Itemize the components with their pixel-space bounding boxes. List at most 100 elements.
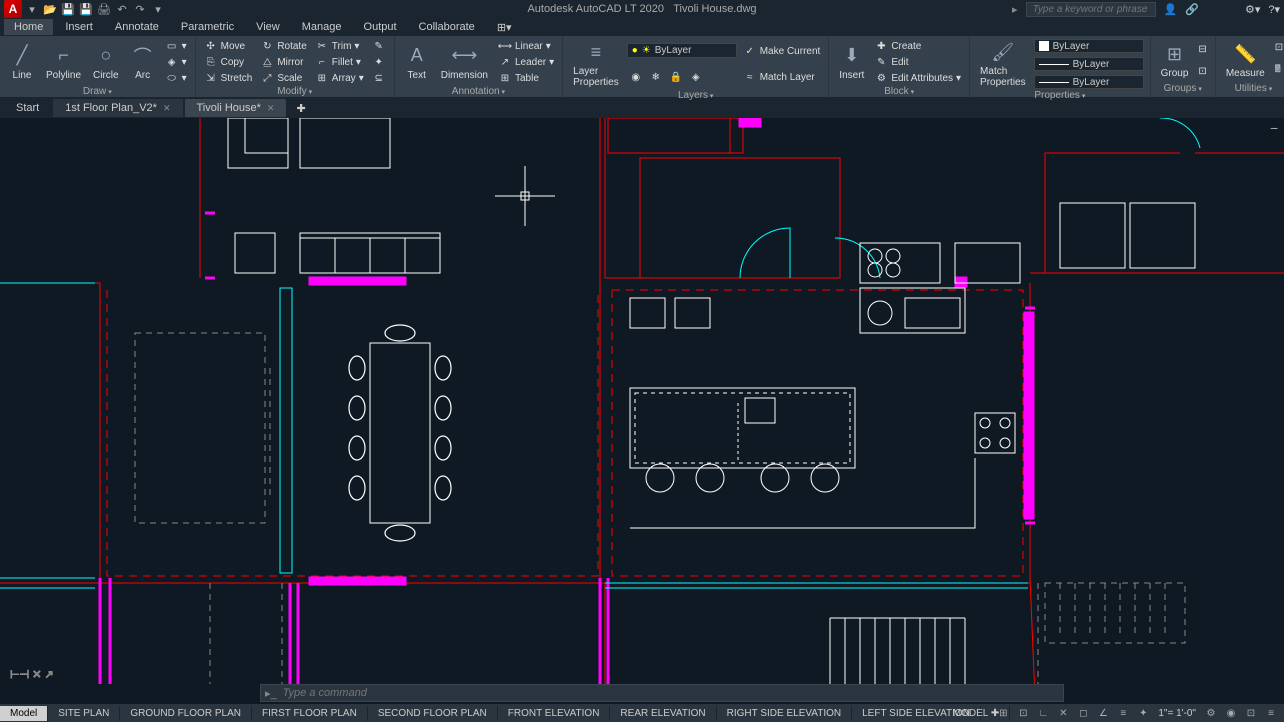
arc-button[interactable]: ⌒Arc (127, 38, 159, 86)
layer-lock-icon[interactable]: 🔒 (667, 69, 685, 85)
info-icon[interactable]: ▸ (1012, 3, 1018, 16)
ellipse-icon[interactable]: ⬭▾ (163, 70, 189, 86)
app-logo[interactable]: A (4, 0, 22, 18)
linetype-selector[interactable]: ByLayer (1034, 75, 1144, 89)
layout-tab[interactable]: SITE PLAN (48, 706, 120, 721)
group-button[interactable]: ⊞Group (1157, 38, 1193, 83)
redo-icon[interactable]: ↷ (132, 1, 148, 17)
customize-icon[interactable]: ⚙▾ (1245, 3, 1260, 16)
panel-layers-label[interactable]: Layers (569, 90, 822, 102)
save-icon[interactable]: 💾 (60, 1, 76, 17)
trim-button[interactable]: ✂Trim ▾ (313, 38, 366, 54)
polar-icon[interactable]: ✕ (1054, 705, 1072, 721)
lineweight-icon[interactable]: ≡ (1114, 705, 1132, 721)
panel-draw-label[interactable]: Draw (6, 86, 189, 98)
tab-manage[interactable]: Manage (292, 19, 352, 35)
tab-view[interactable]: View (246, 19, 290, 35)
move-button[interactable]: ✣Move (202, 38, 255, 54)
tab-start[interactable]: Start (4, 99, 51, 117)
table-button[interactable]: ⊞Table (496, 70, 556, 86)
saveas-icon[interactable]: 💾 (78, 1, 94, 17)
panel-block-label[interactable]: Block (835, 86, 963, 98)
layout-tab[interactable]: REAR ELEVATION (610, 706, 716, 721)
make-current-button[interactable]: ✓Make Current (741, 43, 823, 59)
plot-icon[interactable]: 🖨 (96, 1, 112, 17)
otrack-icon[interactable]: ∠ (1094, 705, 1112, 721)
rect-icon[interactable]: ▭▾ (163, 38, 189, 54)
undo-icon[interactable]: ↶ (114, 1, 130, 17)
layout-tab[interactable]: SECOND FLOOR PLAN (368, 706, 498, 721)
drawing-canvas[interactable]: − ⊢⊣ ✕ ↗ (0, 118, 1284, 684)
layer-iso-icon[interactable]: ◈ (687, 69, 705, 85)
array-button[interactable]: ⊞Array ▾ (313, 70, 366, 86)
ortho-icon[interactable]: ∟ (1034, 705, 1052, 721)
fillet-button[interactable]: ⌐Fillet ▾ (313, 54, 366, 70)
layer-off-icon[interactable]: ◉ (627, 69, 645, 85)
stretch-button[interactable]: ⇲Stretch (202, 70, 255, 86)
create-button[interactable]: ✚Create (872, 38, 963, 54)
signin-icon[interactable]: 👤 (1164, 3, 1178, 16)
tab-annotate[interactable]: Annotate (105, 19, 169, 35)
layout-tab[interactable]: RIGHT SIDE ELEVATION (717, 706, 852, 721)
dyn-icon[interactable]: ✦ (1134, 705, 1152, 721)
tab-output[interactable]: Output (354, 19, 407, 35)
insert-button[interactable]: ⬇Insert (835, 38, 868, 86)
tab-extra[interactable]: ⊞▾ (487, 19, 522, 36)
erase-icon[interactable]: ✎ (370, 38, 388, 54)
leader-button[interactable]: ↗Leader ▾ (496, 54, 556, 70)
isolate-icon[interactable]: ◉ (1222, 705, 1240, 721)
group-edit-icon[interactable]: ⊡ (1196, 65, 1208, 78)
linear-button[interactable]: ⟷Linear ▾ (496, 38, 556, 54)
edit-button[interactable]: ✎Edit (872, 54, 963, 70)
scale-button[interactable]: ⤢Scale (258, 70, 308, 86)
panel-groups-label[interactable]: Groups (1157, 83, 1209, 95)
qat-dropdown-icon[interactable]: ▾ (150, 1, 166, 17)
tab-parametric[interactable]: Parametric (171, 19, 244, 35)
close-icon[interactable]: ✕ (163, 103, 171, 114)
layer-selector[interactable]: ●☀ByLayer (627, 43, 737, 58)
line-button[interactable]: ╱Line (6, 38, 38, 86)
new-icon[interactable]: ▾ (24, 1, 40, 17)
hatch-icon[interactable]: ◈▾ (163, 54, 189, 70)
edit-attr-button[interactable]: ⚙Edit Attributes ▾ (872, 70, 963, 86)
measure-button[interactable]: 📏Measure (1222, 38, 1269, 83)
layout-tab-model[interactable]: Model (0, 706, 48, 721)
copy-button[interactable]: ⎘Copy (202, 54, 255, 70)
text-button[interactable]: AText (401, 38, 433, 86)
circle-button[interactable]: ○Circle (89, 38, 123, 86)
command-line[interactable]: ▸_ (260, 684, 1064, 702)
osnap-icon[interactable]: ◻ (1074, 705, 1092, 721)
lineweight-selector[interactable]: ByLayer (1034, 57, 1144, 71)
layout-tab[interactable]: GROUND FLOOR PLAN (120, 706, 252, 721)
select-all-icon[interactable]: ⊡ (1273, 41, 1284, 54)
tab-insert[interactable]: Insert (55, 19, 103, 35)
rotate-button[interactable]: ↻Rotate (258, 38, 308, 54)
layout-tab[interactable]: FIRST FLOOR PLAN (252, 706, 368, 721)
panel-utilities-label[interactable]: Utilities (1222, 83, 1284, 95)
clean-icon[interactable]: ⊡ (1242, 705, 1260, 721)
snap-icon[interactable]: ⊡ (1014, 705, 1032, 721)
polyline-button[interactable]: ⌐Polyline (42, 38, 85, 86)
tab-collaborate[interactable]: Collaborate (409, 19, 485, 35)
open-icon[interactable]: 📂 (42, 1, 58, 17)
help-icon[interactable]: ?▾ (1268, 3, 1280, 16)
calc-icon[interactable]: 🖩 (1273, 61, 1284, 80)
command-input[interactable] (283, 687, 1059, 699)
panel-modify-label[interactable]: Modify (202, 86, 388, 98)
tab-doc-0[interactable]: 1st Floor Plan_V2*✕ (53, 99, 182, 117)
search-input[interactable] (1026, 2, 1156, 17)
exchange-icon[interactable]: 🔗 (1185, 3, 1199, 16)
tab-new[interactable]: ✚ (288, 99, 313, 118)
color-selector[interactable]: ByLayer (1034, 39, 1144, 53)
grid-icon[interactable]: ⊞ (994, 705, 1012, 721)
tab-doc-1[interactable]: Tivoli House*✕ (185, 99, 287, 117)
panel-annotation-label[interactable]: Annotation (401, 86, 556, 98)
explode-icon[interactable]: ✦ (370, 54, 388, 70)
ungroup-icon[interactable]: ⊟ (1196, 43, 1208, 56)
mirror-button[interactable]: ⧋Mirror (258, 54, 308, 70)
layout-tab[interactable]: FRONT ELEVATION (498, 706, 611, 721)
offset-icon[interactable]: ⊆ (370, 70, 388, 86)
status-model[interactable]: MODEL (949, 708, 993, 719)
customize-status-icon[interactable]: ≡ (1262, 705, 1280, 721)
layer-properties-button[interactable]: ≡Layer Properties (569, 38, 623, 90)
